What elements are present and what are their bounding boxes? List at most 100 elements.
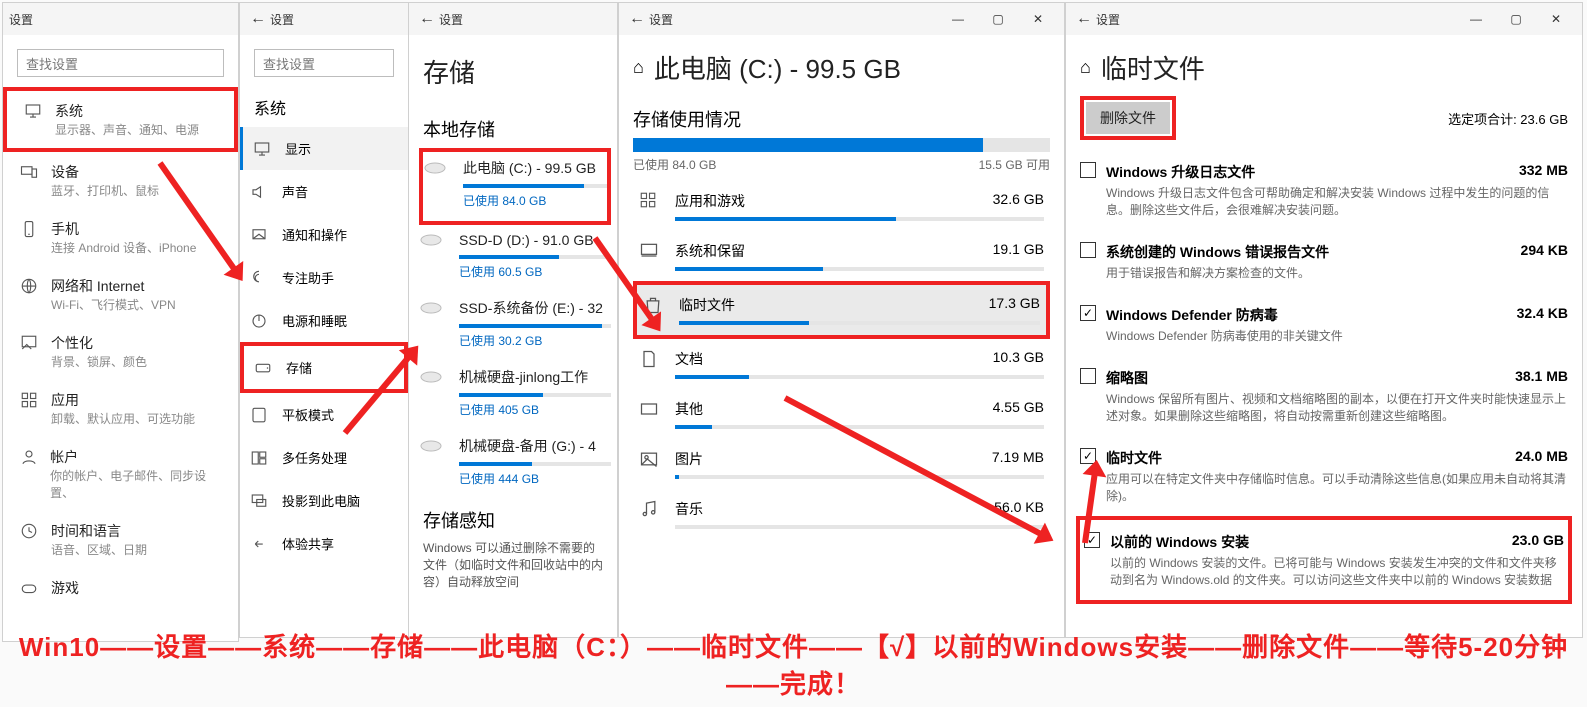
devices-icon — [19, 162, 39, 182]
category-image[interactable]: 图片 7.19 MB — [633, 439, 1050, 489]
system-item-sound[interactable]: 声音 — [240, 170, 408, 213]
system-item-power[interactable]: 电源和睡眠 — [240, 299, 408, 342]
category-bar — [675, 267, 1044, 271]
sidebar-item-monitor[interactable]: 系统 显示器、声音、通知、电源 — [3, 87, 238, 152]
search-input[interactable]: 查找设置 — [254, 49, 394, 77]
home-icon[interactable]: ⌂ — [1080, 57, 1091, 78]
system-item-tablet[interactable]: 平板模式 — [240, 393, 408, 436]
search-input[interactable]: 查找设置 — [17, 49, 224, 77]
sidebar-item-account[interactable]: 帐户 你的帐户、电子邮件、同步设置、 — [3, 437, 238, 511]
time-icon — [19, 521, 39, 541]
item-title: 以前的 Windows 安装 — [1110, 532, 1249, 552]
sidebar-item-apps[interactable]: 应用 卸载、默认应用、可选功能 — [3, 380, 238, 437]
minimize-button[interactable]: — — [938, 3, 978, 35]
system-item-focus[interactable]: 专注助手 — [240, 256, 408, 299]
subsection-title: 本地存储 — [409, 108, 617, 148]
tablet-icon — [250, 406, 268, 424]
system-item-share[interactable]: 体验共享 — [240, 522, 408, 565]
item-label: 电源和睡眠 — [282, 311, 347, 330]
category-docs[interactable]: 文档 10.3 GB — [633, 339, 1050, 389]
drive-name: 此电脑 (C:) - 99.5 GB — [463, 158, 596, 178]
system-item-monitor[interactable]: 显示 — [240, 127, 408, 170]
drive-item[interactable]: 机械硬盘-jinlong工作 已使用 405 GB — [419, 361, 611, 430]
category-label: 音乐 — [675, 499, 703, 519]
item-desc: Windows 保留所有图片、视频和文档缩略图的副本，以便在打开文件夹时能快速显… — [1106, 390, 1568, 424]
item-title: Windows Defender 防病毒 — [1106, 305, 1278, 325]
drive-used: 已使用 84.0 GB — [463, 192, 607, 209]
category-apps[interactable]: 应用和游戏 32.6 GB — [633, 181, 1050, 231]
item-subtitle: 语音、区域、日期 — [51, 541, 147, 558]
drive-item[interactable]: SSD-系统备份 (E:) - 32 已使用 30.2 GB — [419, 292, 611, 361]
maximize-button[interactable]: ▢ — [1496, 3, 1536, 35]
selected-total: 选定项合计: 23.6 GB — [1448, 109, 1568, 128]
item-subtitle: 显示器、声音、通知、电源 — [55, 121, 199, 138]
drive-used: 已使用 30.2 GB — [459, 332, 611, 349]
item-title: 手机 — [51, 219, 196, 239]
sidebar-item-time[interactable]: 时间和语言 语音、区域、日期 — [3, 511, 238, 568]
drive-item[interactable]: 此电脑 (C:) - 99.5 GB 已使用 84.0 GB — [419, 148, 611, 225]
sidebar-item-devices[interactable]: 设备 蓝牙、打印机、鼠标 — [3, 152, 238, 209]
docs-icon — [639, 349, 661, 369]
home-icon[interactable]: ⌂ — [633, 57, 644, 78]
back-button[interactable]: ← — [246, 10, 270, 28]
sidebar-item-phone[interactable]: 手机 连接 Android 设备、iPhone — [3, 209, 238, 266]
item-desc: 应用可以在特定文件夹中存储临时信息。可以手动清除这些信息(如果应用未自动将其清除… — [1106, 470, 1568, 504]
share-icon — [250, 535, 268, 553]
category-bar — [675, 217, 1044, 221]
checkbox[interactable] — [1080, 368, 1096, 384]
back-button[interactable]: ← — [1072, 10, 1096, 28]
item-size: 32.4 KB — [1517, 305, 1568, 325]
item-size: 294 KB — [1521, 242, 1568, 262]
drive-icon — [423, 159, 451, 177]
temp-item: Windows 升级日志文件 332 MB Windows 升级日志文件包含可帮… — [1076, 150, 1572, 230]
titlebar: 设置 — [3, 3, 238, 35]
subsection-title: 存储使用情况 — [619, 92, 1064, 138]
drive-item[interactable]: SSD-D (D:) - 91.0 GB 已使用 60.5 GB — [419, 225, 611, 292]
drive-used: 已使用 405 GB — [459, 401, 611, 418]
category-music[interactable]: 音乐 56.0 KB — [633, 489, 1050, 539]
category-size: 17.3 GB — [989, 295, 1040, 315]
item-title: 时间和语言 — [51, 521, 147, 541]
focus-icon — [250, 269, 268, 287]
category-bar — [675, 425, 1044, 429]
sidebar-item-globe[interactable]: 网络和 Internet Wi-Fi、飞行模式、VPN — [3, 266, 238, 323]
item-title: 系统 — [55, 101, 199, 121]
drive-bar — [459, 462, 611, 466]
subsection-title: 存储感知 — [409, 499, 617, 539]
sidebar-item-game[interactable]: 游戏 — [3, 568, 238, 608]
system-item-multi[interactable]: 多任务处理 — [240, 436, 408, 479]
item-desc: Windows 升级日志文件包含可帮助确定和解决安装 Windows 过程中发生… — [1106, 184, 1568, 218]
palette-icon — [19, 333, 39, 353]
category-size: 7.19 MB — [992, 449, 1044, 469]
item-title: Windows 升级日志文件 — [1106, 162, 1255, 182]
drive-item[interactable]: 机械硬盘-备用 (G:) - 4 已使用 444 GB — [419, 430, 611, 499]
item-subtitle: 你的帐户、电子邮件、同步设置、 — [50, 467, 222, 501]
used-label: 已使用 84.0 GB — [633, 156, 716, 173]
close-button[interactable]: ✕ — [1018, 3, 1058, 35]
drive-icon — [419, 368, 447, 386]
section-title: 系统 — [240, 87, 408, 127]
minimize-button[interactable]: — — [1456, 3, 1496, 35]
phone-icon — [19, 219, 39, 239]
close-button[interactable]: ✕ — [1536, 3, 1576, 35]
window-title: 设置 — [439, 11, 463, 28]
category-system[interactable]: 系统和保留 19.1 GB — [633, 231, 1050, 281]
temp-item: ✓ 临时文件 24.0 MB 应用可以在特定文件夹中存储临时信息。可以手动清除这… — [1076, 436, 1572, 516]
category-trash[interactable]: 临时文件 17.3 GB — [633, 281, 1050, 339]
maximize-button[interactable]: ▢ — [978, 3, 1018, 35]
delete-files-button[interactable]: 删除文件 — [1086, 102, 1170, 134]
music-icon — [639, 499, 661, 519]
window-title: 设置 — [649, 11, 673, 28]
system-item-notify[interactable]: 通知和操作 — [240, 213, 408, 256]
checkbox[interactable]: ✓ — [1080, 305, 1096, 321]
system-item-project[interactable]: 投影到此电脑 — [240, 479, 408, 522]
item-desc: Windows Defender 防病毒使用的非关键文件 — [1106, 327, 1568, 344]
item-label: 声音 — [282, 182, 308, 201]
checkbox[interactable] — [1080, 162, 1096, 178]
sidebar-item-palette[interactable]: 个性化 背景、锁屏、颜色 — [3, 323, 238, 380]
category-bar — [675, 375, 1044, 379]
category-bar — [679, 321, 1040, 325]
back-button[interactable]: ← — [625, 10, 649, 28]
checkbox[interactable] — [1080, 242, 1096, 258]
back-button[interactable]: ← — [415, 10, 439, 28]
